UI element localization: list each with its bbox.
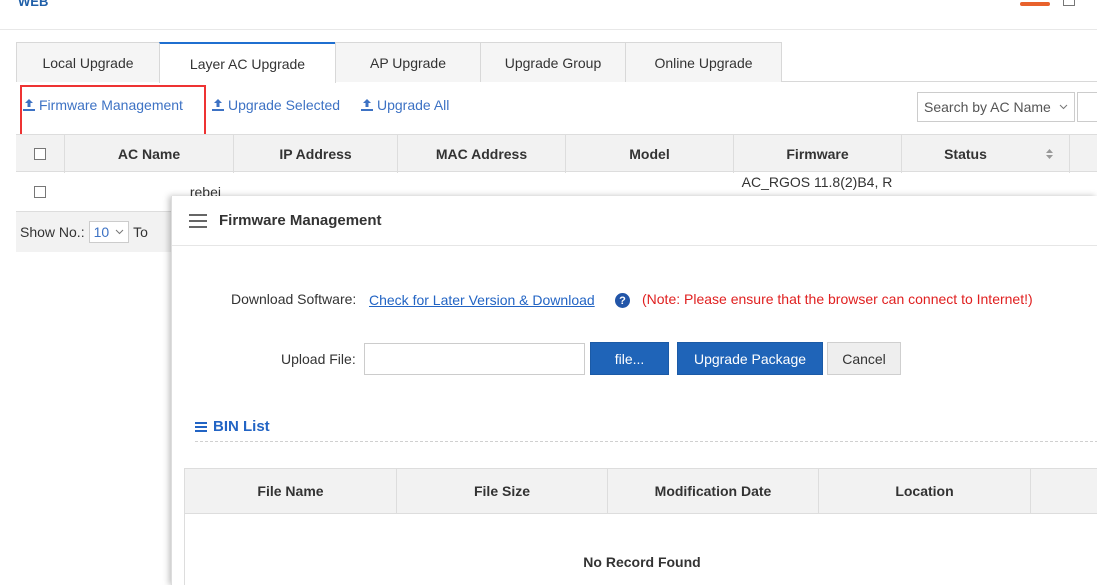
upgrade-tabs: Local Upgrade Layer AC Upgrade AP Upgrad… [16, 42, 1097, 83]
tab-upgrade-group[interactable]: Upgrade Group [480, 42, 626, 82]
search-by-select[interactable]: Search by AC Name [917, 92, 1075, 122]
tab-layer-ac-upgrade[interactable]: Layer AC Upgrade [159, 42, 336, 83]
col-location[interactable]: Location [819, 469, 1031, 513]
col-status[interactable]: Status [901, 135, 1029, 173]
col-firmware[interactable]: Firmware [733, 135, 901, 173]
select-all-cell [16, 135, 64, 173]
row-checkbox[interactable] [34, 186, 46, 198]
page-size-select[interactable]: 10 [88, 221, 130, 243]
bin-table-header: File Name File Size Modification Date Lo… [184, 468, 1097, 514]
col-modification-date[interactable]: Modification Date [608, 469, 819, 513]
menu-icon [189, 214, 207, 228]
sort-icon[interactable] [1029, 135, 1069, 173]
upgrade-all-label: Upgrade All [377, 97, 450, 113]
tab-local-upgrade[interactable]: Local Upgrade [16, 42, 160, 82]
upgrade-selected-label: Upgrade Selected [228, 97, 341, 113]
show-no-label: Show No.: [20, 224, 85, 240]
bin-list-heading: BIN List [195, 418, 270, 435]
cancel-button[interactable]: Cancel [827, 342, 901, 375]
col-file-name[interactable]: File Name [185, 469, 397, 513]
upgrade-package-button[interactable]: Upgrade Package [677, 342, 823, 375]
col-mac-address[interactable]: MAC Address [397, 135, 565, 173]
bin-list-title: BIN List [213, 418, 270, 435]
col-file-size[interactable]: File Size [397, 469, 608, 513]
help-icon[interactable]: ? [615, 293, 630, 308]
highlight-frame [20, 85, 206, 139]
col-filler [1031, 469, 1097, 513]
bin-table-body: No Record Found [184, 514, 1097, 585]
tab-online-upgrade[interactable]: Online Upgrade [625, 42, 782, 82]
logo: WEB [18, 0, 49, 9]
internet-note: (Note: Please ensure that the browser ca… [642, 291, 1033, 307]
pagination: Show No.: 10 To [16, 212, 176, 252]
footer-trail: To [133, 224, 148, 240]
search-input[interactable] [1077, 92, 1097, 122]
search-select-value: Search by AC Name [924, 99, 1051, 115]
col-ip-address[interactable]: IP Address [233, 135, 397, 173]
empty-state: No Record Found [583, 554, 701, 570]
chevron-down-icon [1059, 104, 1068, 110]
row-checkbox-cell [16, 172, 64, 211]
user-menu-fragment[interactable] [1020, 2, 1050, 6]
upload-file-input[interactable] [364, 343, 585, 375]
col-ac-name[interactable]: AC Name [64, 135, 233, 173]
dialog-header: Firmware Management [172, 196, 1097, 246]
top-bar: WEB [0, 0, 1097, 30]
table-header: AC Name IP Address MAC Address Model Fir… [16, 134, 1097, 173]
tab-ap-upgrade[interactable]: AP Upgrade [335, 42, 481, 82]
download-software-label: Download Software: [231, 291, 357, 307]
upload-icon [212, 99, 224, 111]
list-icon [195, 421, 207, 432]
dialog-title: Firmware Management [219, 212, 382, 229]
upgrade-all-button[interactable]: Upgrade All [360, 97, 449, 113]
chevron-down-icon [115, 229, 124, 235]
file-browse-button[interactable]: file... [590, 342, 669, 375]
header-filler [1069, 135, 1097, 173]
divider [195, 441, 1097, 442]
upload-icon [361, 99, 373, 111]
window-icon[interactable] [1063, 0, 1075, 6]
firmware-management-dialog: Firmware Management Download Software: C… [171, 196, 1097, 585]
page-size-value: 10 [93, 224, 110, 240]
upgrade-selected-button[interactable]: Upgrade Selected [211, 97, 340, 113]
upload-file-label: Upload File: [281, 351, 356, 367]
check-later-version-link[interactable]: Check for Later Version & Download [369, 292, 595, 308]
col-model[interactable]: Model [565, 135, 733, 173]
select-all-checkbox[interactable] [34, 148, 46, 160]
